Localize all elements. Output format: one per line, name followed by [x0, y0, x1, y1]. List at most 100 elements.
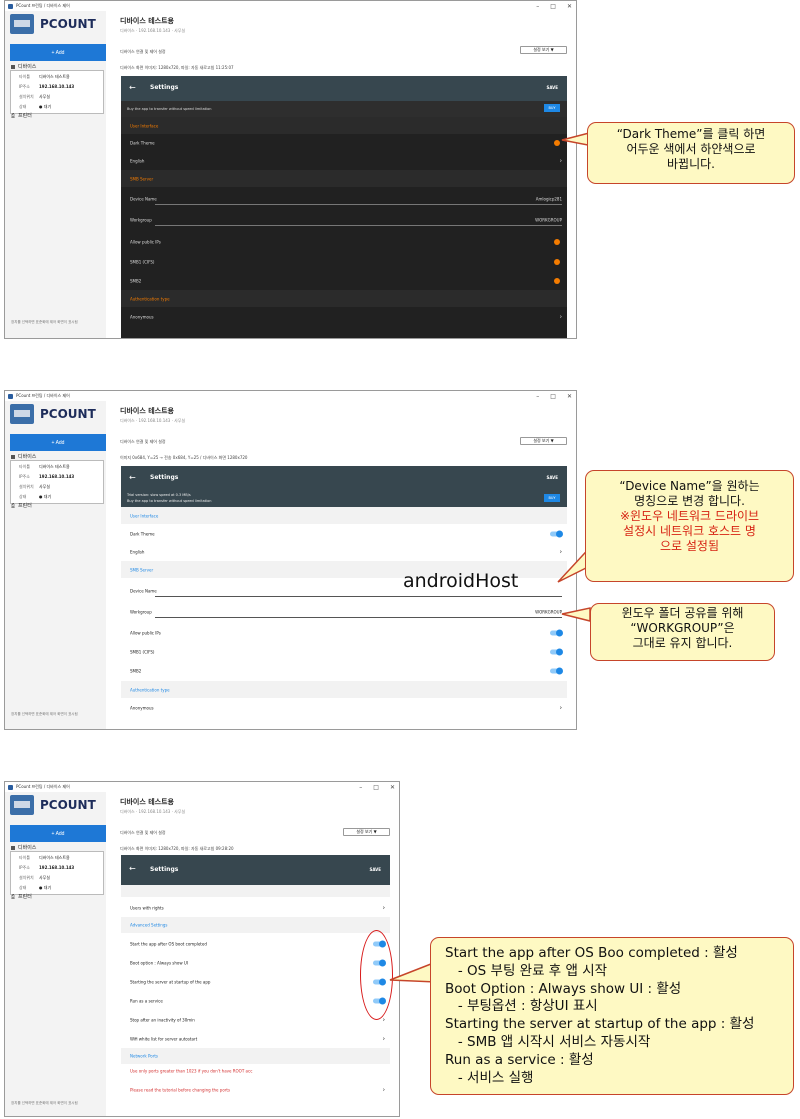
- screen-info: 디바이스 화면 이미지: 1280x720, 파일: 자동 새로고침 09:28…: [120, 846, 234, 851]
- smb1-row[interactable]: SMB1 (CIFS): [121, 253, 567, 271]
- app-icon: [8, 784, 13, 790]
- app-icon: [8, 393, 13, 399]
- save-button[interactable]: SAVE: [369, 867, 381, 872]
- language-row[interactable]: English ›: [121, 152, 567, 170]
- device-name-row[interactable]: Device Name Amlogicp281: [121, 190, 567, 208]
- smb1-toggle[interactable]: [554, 259, 560, 265]
- public-ips-row[interactable]: Allow public IPs: [121, 624, 567, 642]
- minimize-icon[interactable]: –: [536, 3, 539, 10]
- chevron-right-icon: ›: [382, 1086, 385, 1094]
- view-settings-button[interactable]: 설정 보기 ▼: [343, 828, 390, 836]
- add-button[interactable]: + Add: [10, 434, 106, 451]
- screenshot-1: PCount 프린팅 / 디바이스 제어 – □ ✕ PCOUNT + Add …: [4, 0, 577, 339]
- printer-item[interactable]: ⎙ 프린터: [11, 502, 32, 510]
- close-icon[interactable]: ✕: [567, 393, 572, 400]
- buy-button[interactable]: BUY: [544, 494, 560, 502]
- device-screen[interactable]: ← Settings SAVE Users with rights › Advan…: [121, 855, 390, 1116]
- printer-icon: ⎙: [11, 502, 16, 509]
- devices-header[interactable]: 디바이스: [11, 453, 36, 460]
- device-icon: [11, 64, 15, 69]
- main-content: 디바이스 테스트용 디바이스 · 192.168.10.143 · 사무실 디바…: [106, 401, 576, 729]
- save-button[interactable]: SAVE: [546, 85, 558, 90]
- window-titlebar: PCount 프린팅 / 디바이스 제어 – □ ✕: [5, 1, 576, 11]
- view-settings-button[interactable]: 설정 보기 ▼: [520, 437, 567, 445]
- chevron-right-icon: ›: [559, 704, 562, 712]
- view-settings-button[interactable]: 설정 보기 ▼: [520, 46, 567, 54]
- device-card[interactable]: 타이틀 디바이스 테스트용 IP주소 192.168.10.143 설치위치 사무실 …: [10, 460, 104, 504]
- device-card[interactable]: 타이틀 디바이스 테스트용 IP주소 192.168.10.143 설치위치 사무실 …: [10, 851, 104, 895]
- smb1-toggle[interactable]: [550, 648, 563, 656]
- connection-label: 디바이스 연결 및 제어 설정: [120, 830, 166, 835]
- smb2-row[interactable]: SMB2: [121, 662, 567, 680]
- add-button[interactable]: + Add: [10, 825, 106, 842]
- settings-title: Settings: [150, 474, 179, 481]
- back-arrow-icon[interactable]: ←: [129, 473, 136, 482]
- main-content: 디바이스 테스트용 디바이스 · 192.168.10.143 · 사무실 디바…: [106, 792, 399, 1116]
- minimize-icon[interactable]: –: [359, 784, 362, 791]
- boot-option-row[interactable]: Boot option : Always show UI: [121, 954, 390, 972]
- public-ips-toggle[interactable]: [554, 239, 560, 245]
- printer-logo-icon: [10, 795, 34, 815]
- smb2-toggle[interactable]: [550, 667, 563, 675]
- close-icon[interactable]: ✕: [567, 3, 572, 10]
- device-card[interactable]: 타이틀 디바이스 테스트용 IP주소 192.168.10.143 설치위치 사무실 …: [10, 70, 104, 114]
- stop-after-row[interactable]: Stop after an inactivity of 30min ›: [121, 1011, 390, 1029]
- screenshot-2: PCount 프린팅 / 디바이스 제어 – □ ✕ PCOUNT + Add …: [4, 390, 577, 730]
- devices-header[interactable]: 디바이스: [11, 63, 36, 70]
- window-title: PCount 프린팅 / 디바이스 제어: [16, 784, 70, 789]
- device-screen[interactable]: ← Settings SAVE Buy the app to transfer …: [121, 76, 567, 338]
- main-content: 디바이스 테스트용 디바이스 · 192.168.10.143 · 사무실 디바…: [106, 11, 576, 338]
- maximize-icon[interactable]: □: [550, 3, 556, 10]
- anonymous-row[interactable]: Anonymous ›: [121, 308, 567, 326]
- section-user-interface: User Interface: [121, 507, 567, 524]
- dark-theme-toggle[interactable]: [550, 530, 563, 538]
- workgroup-row[interactable]: Workgroup WORKGROUP: [121, 603, 567, 621]
- buy-button[interactable]: BUY: [544, 104, 560, 112]
- public-ips-toggle[interactable]: [550, 629, 563, 637]
- sidebar-footer: 장치를 선택하면 표준화에 제어 화면이 표시됨: [11, 712, 78, 716]
- device-name-input[interactable]: Amlogicp281: [536, 197, 562, 202]
- logo: PCOUNT: [10, 795, 96, 815]
- close-icon[interactable]: ✕: [390, 784, 395, 791]
- smb1-row[interactable]: SMB1 (CIFS): [121, 643, 567, 661]
- wifi-whitelist-row[interactable]: Wifi white list for server autostart ›: [121, 1030, 390, 1048]
- back-arrow-icon[interactable]: ←: [129, 864, 136, 873]
- printer-logo-icon: [10, 404, 34, 424]
- device-name-input[interactable]: androidHost: [403, 570, 518, 592]
- section-smb-server: SMB Server: [121, 170, 567, 187]
- device-screen[interactable]: ← Settings SAVE Trial version: slow spee…: [121, 466, 567, 729]
- start-after-boot-row[interactable]: Start the app after OS boot completed: [121, 935, 390, 953]
- back-arrow-icon[interactable]: ←: [129, 83, 136, 92]
- settings-toolbar: ← Settings SAVE: [121, 76, 567, 101]
- device-subtitle: 디바이스 · 192.168.10.143 · 사무실: [120, 418, 186, 423]
- sidebar: PCOUNT + Add 디바이스 타이틀 디바이스 테스트용 IP주소 192.1…: [5, 11, 106, 338]
- minimize-icon[interactable]: –: [536, 393, 539, 400]
- printer-item[interactable]: ⎙ 프린터: [11, 112, 32, 120]
- workgroup-input[interactable]: WORKGROUP: [535, 218, 562, 223]
- app-icon: [8, 3, 13, 9]
- dark-theme-row[interactable]: Dark Theme: [121, 525, 567, 543]
- callout-dark-theme: “Dark Theme”를 클릭 하면 어두운 색에서 하얀색으로 바뀝니다.: [587, 122, 795, 184]
- add-button[interactable]: + Add: [10, 44, 106, 61]
- dark-theme-row[interactable]: Dark Theme: [121, 134, 567, 152]
- chevron-right-icon: ›: [382, 1035, 385, 1043]
- users-rights-row[interactable]: Users with rights ›: [121, 899, 390, 917]
- logo-text: PCOUNT: [40, 407, 96, 421]
- maximize-icon[interactable]: □: [373, 784, 379, 791]
- smb2-row[interactable]: SMB2: [121, 272, 567, 290]
- smb2-toggle[interactable]: [554, 278, 560, 284]
- trial-banner: Buy the app to transfer without speed li…: [121, 101, 567, 117]
- workgroup-row[interactable]: Workgroup WORKGROUP: [121, 211, 567, 229]
- section-advanced: Advanced Settings: [121, 917, 390, 933]
- devices-header[interactable]: 디바이스: [11, 844, 36, 851]
- read-tutorial-row[interactable]: Please read the tutorial before changing…: [121, 1079, 390, 1101]
- run-service-row[interactable]: Run as a service: [121, 992, 390, 1010]
- anonymous-row[interactable]: Anonymous ›: [121, 699, 567, 717]
- save-button[interactable]: SAVE: [546, 475, 558, 480]
- maximize-icon[interactable]: □: [550, 393, 556, 400]
- workgroup-input[interactable]: WORKGROUP: [535, 610, 562, 615]
- language-row[interactable]: English ›: [121, 543, 567, 561]
- public-ips-row[interactable]: Allow public IPs: [121, 233, 567, 251]
- start-server-row[interactable]: Starting the server at startup of the ap…: [121, 973, 390, 991]
- printer-item[interactable]: ⎙ 프린터: [11, 893, 32, 901]
